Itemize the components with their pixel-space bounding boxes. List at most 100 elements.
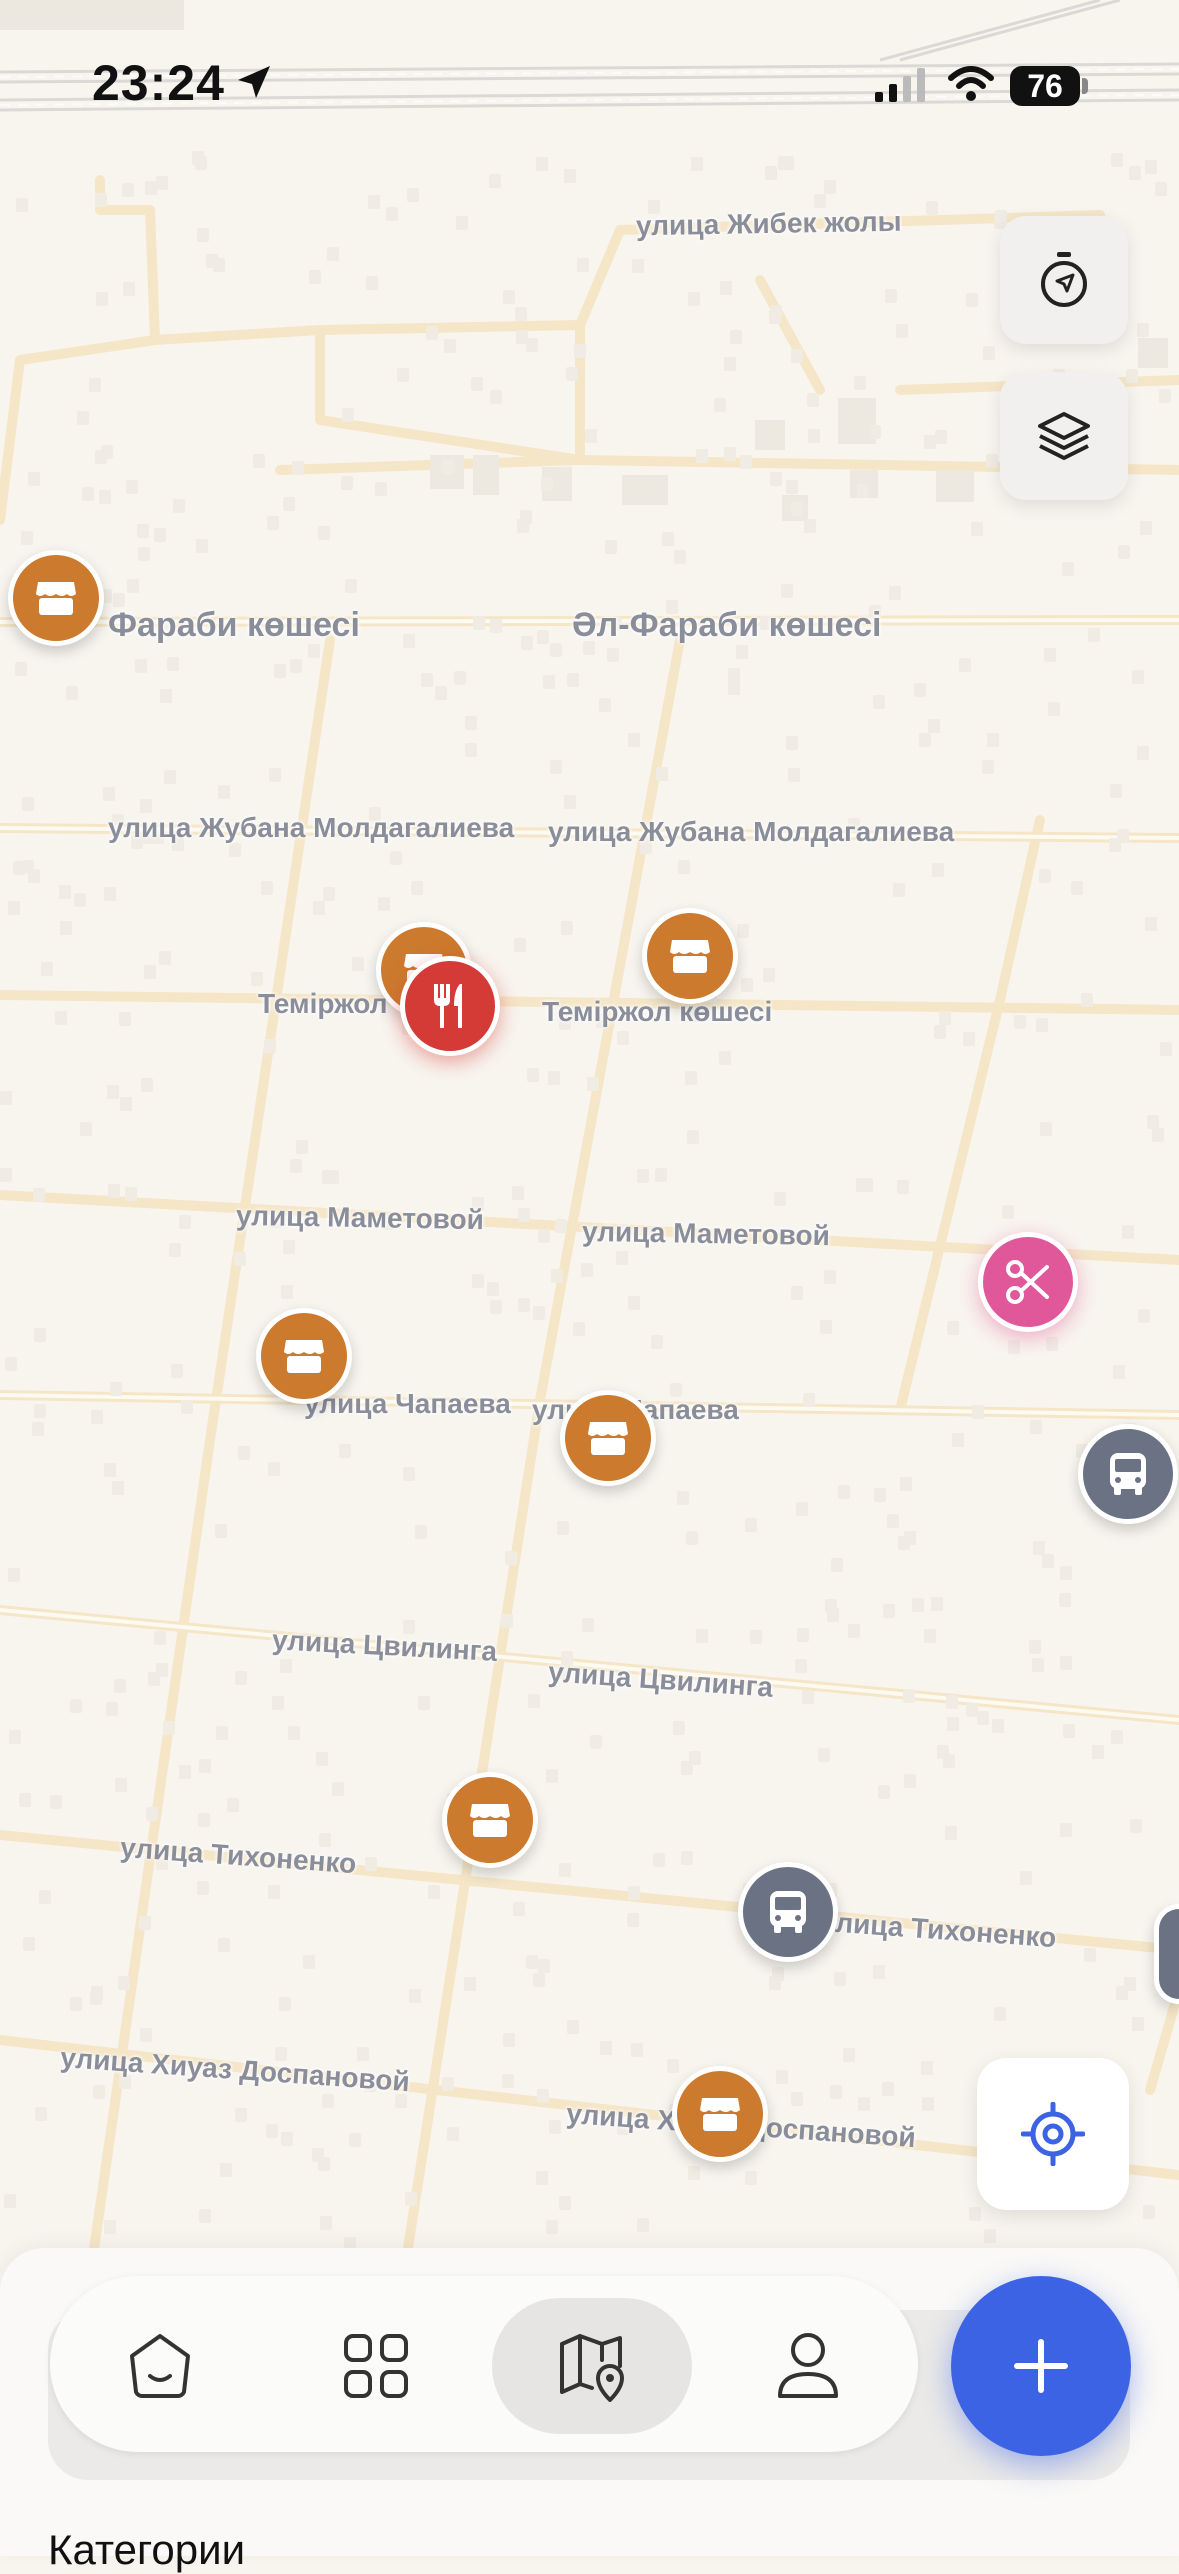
building-footprint — [959, 658, 971, 672]
building-footprint — [887, 1514, 899, 1528]
building-footprint — [104, 887, 116, 901]
building-footprint — [375, 482, 387, 496]
building-footprint — [543, 675, 555, 689]
add-button[interactable] — [951, 2276, 1131, 2456]
building-footprint — [66, 686, 78, 700]
building-footprint — [489, 174, 501, 188]
building-footprint — [91, 1410, 103, 1424]
building-footprint — [897, 1180, 909, 1194]
building-footprint — [820, 1320, 832, 1334]
layers-button[interactable] — [1000, 372, 1128, 500]
building-footprint — [167, 657, 179, 671]
building-footprint — [763, 968, 775, 982]
building-footprint — [582, 1618, 594, 1632]
building-footprint — [281, 2132, 293, 2146]
building-footprint — [830, 2085, 842, 2099]
map-pin-shop[interactable] — [442, 1772, 538, 1868]
building-footprint — [35, 2107, 47, 2121]
building-footprint — [573, 1322, 585, 1336]
map-pin-shop[interactable] — [642, 908, 738, 1004]
building-footprint — [919, 733, 931, 747]
building-footprint — [1020, 1871, 1032, 1885]
street-label-al-farabi: Әл-Фараби көшесі — [572, 606, 882, 644]
building-footprint — [741, 978, 753, 992]
building-footprint — [555, 1219, 567, 1233]
building-footprint — [145, 181, 157, 195]
building-footprint — [1140, 521, 1152, 535]
building-footprint — [316, 1752, 328, 1766]
building-footprint — [720, 281, 732, 295]
tab-catalog[interactable] — [276, 2298, 476, 2434]
shop-icon — [36, 582, 76, 615]
building-footprint — [352, 957, 364, 971]
map-pin-shop[interactable] — [672, 2066, 768, 2162]
building-footprint — [137, 524, 149, 538]
building-footprint — [16, 198, 28, 212]
building-footprint — [108, 1184, 120, 1198]
map-pin-restaurant[interactable] — [400, 956, 500, 1056]
building-footprint — [934, 1025, 946, 1039]
building-footprint — [465, 743, 477, 757]
tab-profile[interactable] — [708, 2298, 908, 2434]
building-footprint — [93, 2085, 105, 2099]
building-footprint — [487, 1282, 499, 1296]
building-footprint — [33, 1188, 45, 1202]
building-footprint — [378, 897, 390, 911]
map-pin-shop[interactable] — [560, 1390, 656, 1486]
building-footprint — [922, 2097, 934, 2111]
map-pin-beauty-salon[interactable] — [978, 1232, 1078, 1332]
building-footprint — [1155, 182, 1167, 196]
building-footprint — [947, 1717, 959, 1731]
map-pin-bus-stop[interactable] — [738, 1862, 838, 1962]
tab-home[interactable] — [60, 2298, 260, 2434]
street-label-temirzhol-right: Теміржол көшесі — [542, 996, 773, 1027]
map-pin-bus-stop[interactable] — [1154, 1904, 1179, 2004]
building-footprint — [912, 1598, 924, 1612]
map-pin-shop[interactable] — [8, 550, 104, 646]
building-footprint — [1159, 389, 1171, 403]
building-footprint — [77, 411, 89, 425]
building-footprint — [442, 2077, 454, 2091]
building-footprint — [502, 2074, 514, 2088]
building-footprint — [123, 282, 135, 296]
tab-map[interactable] — [492, 2298, 692, 2434]
building-footprint — [318, 2157, 330, 2171]
building-footprint — [637, 2218, 649, 2232]
building-footprint — [28, 472, 40, 486]
building-footprint — [550, 760, 562, 774]
building-footprint — [537, 630, 549, 644]
building-footprint — [1132, 670, 1144, 684]
building-footprint — [138, 547, 150, 561]
building-footprint — [266, 2124, 278, 2138]
building-footprint — [5, 1357, 17, 1371]
building-footprint — [261, 881, 273, 895]
my-location-button[interactable] — [977, 2058, 1129, 2210]
building-footprint — [1084, 1948, 1096, 1962]
building-footprint — [514, 938, 526, 952]
building-footprint — [74, 893, 86, 907]
building-footprint — [818, 1748, 830, 1762]
building-footprint — [831, 1558, 843, 1572]
building-footprint — [332, 1782, 344, 1796]
building-footprint — [213, 258, 225, 272]
building-footprint — [546, 1769, 558, 1783]
building-footprint — [724, 357, 736, 371]
building-footprint — [1152, 1128, 1164, 1142]
building-footprint — [1042, 1554, 1054, 1568]
building-footprint — [9, 1730, 21, 1744]
compass-button[interactable] — [1000, 216, 1128, 344]
building-footprint — [874, 1488, 886, 1502]
map-pin-icon — [560, 2334, 624, 2402]
building-footprint — [1062, 562, 1074, 576]
building-footprint — [89, 378, 101, 392]
building-footprint — [471, 377, 483, 391]
map-pin-bus-stop[interactable] — [1078, 1424, 1178, 1524]
street-label-mametovoy-right: улица Маметовой — [581, 1215, 831, 1252]
building-footprint — [366, 276, 378, 290]
map-pin-shop[interactable] — [256, 1308, 352, 1404]
building-footprint — [972, 1405, 984, 1419]
building-footprint — [8, 901, 20, 915]
building-footprint — [1059, 1593, 1071, 1607]
building-footprint — [268, 1885, 280, 1899]
building-footprint — [1032, 1658, 1044, 1672]
